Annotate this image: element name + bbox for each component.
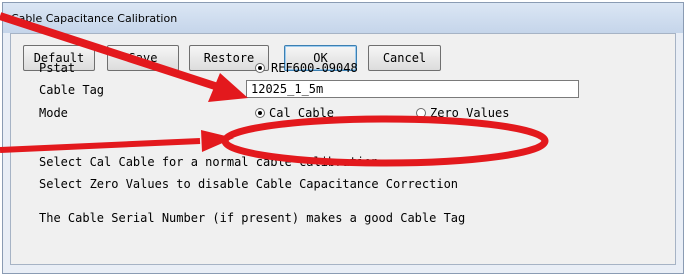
window-title: Cable Capacitance Calibration	[11, 12, 178, 25]
mode-label: Mode	[39, 106, 68, 120]
zero-values-radio[interactable]	[416, 108, 426, 118]
cable-tag-label: Cable Tag	[39, 83, 105, 97]
pstat-value: REF600-09048	[271, 61, 358, 75]
pstat-radio[interactable]	[255, 63, 265, 73]
cable-tag-input[interactable]	[246, 80, 579, 98]
help-line-zero-values: Select Zero Values to disable Cable Capa…	[39, 177, 459, 191]
cancel-button[interactable]: Cancel	[368, 45, 441, 71]
help-line-serial-number: The Cable Serial Number (if present) mak…	[39, 211, 466, 225]
cal-cable-option[interactable]: Cal Cable	[269, 106, 334, 120]
cal-cable-radio[interactable]	[255, 108, 265, 118]
save-button[interactable]: Save	[107, 45, 179, 71]
title-bar[interactable]: Cable Capacitance Calibration	[3, 3, 683, 33]
help-line-cal-cable: Select Cal Cable for a normal cable cali…	[39, 155, 379, 169]
zero-values-option[interactable]: Zero Values	[430, 106, 509, 120]
pstat-label: Pstat	[39, 61, 76, 75]
dialog-window: Cable Capacitance Calibration Default Sa…	[2, 2, 684, 274]
